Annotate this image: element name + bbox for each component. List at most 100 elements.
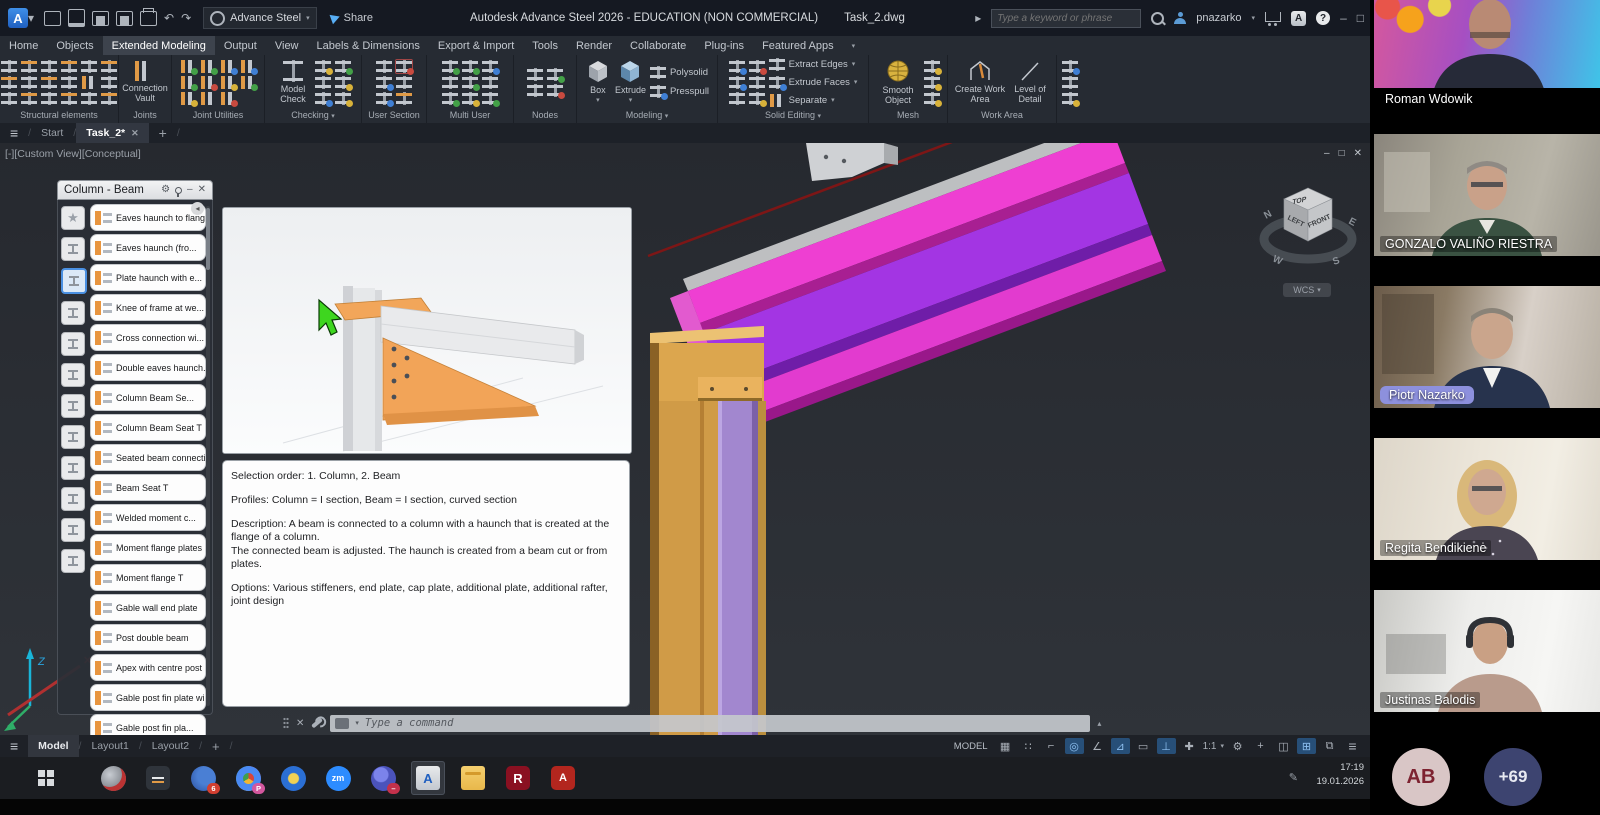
tool-icon[interactable] <box>21 60 37 73</box>
tool-icon[interactable] <box>729 60 745 73</box>
taskbar-app-notes[interactable] <box>141 761 175 795</box>
category-misc[interactable] <box>61 549 85 573</box>
joint-item[interactable]: Plate haunch with e... <box>90 264 206 291</box>
username[interactable]: pnazarko <box>1196 12 1241 24</box>
viewport-canvas[interactable]: [-][Custom View][Conceptual] – □ ✕ <box>0 143 1370 735</box>
model-space-indicator[interactable]: MODEL <box>954 741 988 752</box>
tool-icon[interactable] <box>41 76 57 89</box>
tool-icon[interactable] <box>376 92 392 105</box>
joint-item[interactable]: Column Beam Se... <box>90 384 206 411</box>
tool-icon[interactable] <box>1 92 17 105</box>
tool-icon[interactable] <box>81 60 97 73</box>
doc-menu-icon[interactable]: ≡ <box>0 123 28 143</box>
tab-close-icon[interactable]: ✕ <box>131 128 139 139</box>
maximize-button[interactable]: □ <box>1357 12 1364 24</box>
joint-item[interactable]: Welded moment c... <box>90 504 206 531</box>
viewport-restore-icon[interactable]: □ <box>1339 148 1345 159</box>
joint-item[interactable]: Gable post fin plate wi... <box>90 684 206 711</box>
box-button[interactable]: Box ▾ <box>585 59 611 105</box>
joint-item[interactable]: Gable wall end plate <box>90 594 206 621</box>
category-favorites[interactable]: ★ <box>61 206 85 230</box>
tool-icon[interactable] <box>376 60 392 73</box>
system-clock[interactable]: 17:19 19.01.2026 <box>1316 761 1364 790</box>
tool-icon[interactable] <box>482 60 498 73</box>
tool-icon[interactable] <box>396 60 412 73</box>
joint-item[interactable]: Seated beam connection <box>90 444 206 471</box>
tab-featured-apps[interactable]: Featured Apps <box>753 36 843 55</box>
tool-icon[interactable] <box>462 92 478 105</box>
tab-task2[interactable]: Task_2* ✕ <box>76 123 148 143</box>
new-layout-button[interactable]: + <box>202 735 230 757</box>
category-pylon[interactable] <box>61 487 85 511</box>
participants-overflow-count[interactable]: +69 <box>1484 748 1542 806</box>
tool-icon[interactable] <box>1062 92 1078 105</box>
category-special[interactable] <box>61 518 85 542</box>
layout2-tab[interactable]: Layout2 <box>142 735 199 757</box>
presspull-button[interactable]: Presspull <box>650 85 709 98</box>
palette-collapse-icon[interactable]: ◂ <box>191 202 204 215</box>
search-input[interactable] <box>991 9 1141 28</box>
category-plates[interactable] <box>61 394 85 418</box>
tool-icon[interactable] <box>61 76 77 89</box>
start-button[interactable] <box>38 770 54 786</box>
tool-icon[interactable] <box>101 76 117 89</box>
app-menu-caret-icon[interactable]: ▾ <box>28 12 34 24</box>
category-plate-joints[interactable] <box>61 237 85 261</box>
smooth-object-button[interactable]: Smooth Object <box>876 59 920 106</box>
ortho-toggle-icon[interactable]: ⌐ <box>1042 738 1061 754</box>
joint-item[interactable]: Knee of frame at we... <box>90 294 206 321</box>
tool-icon[interactable] <box>924 60 940 73</box>
tool-icon[interactable] <box>315 76 331 89</box>
viewport-close-icon[interactable]: ✕ <box>1354 148 1362 159</box>
tool-icon[interactable] <box>335 76 351 89</box>
tool-icon[interactable] <box>1062 60 1078 73</box>
tool-icon[interactable] <box>1 76 17 89</box>
tab-labels-dimensions[interactable]: Labels & Dimensions <box>308 36 429 55</box>
command-history-icon[interactable]: ▴ <box>1097 719 1101 728</box>
category-bracing[interactable] <box>61 363 85 387</box>
search-expand-icon[interactable]: ▸ <box>975 12 981 24</box>
create-work-area-button[interactable]: Create Work Area <box>954 60 1006 105</box>
joint-item[interactable]: Beam Seat T <box>90 474 206 501</box>
taskbar-app-utility[interactable] <box>96 761 130 795</box>
tool-icon[interactable] <box>482 76 498 89</box>
tool-icon[interactable] <box>200 76 216 89</box>
tool-icon[interactable] <box>749 92 765 105</box>
taskbar-app-acrobat[interactable]: A <box>546 761 580 795</box>
tool-icon[interactable] <box>101 92 117 105</box>
tool-icon[interactable] <box>396 92 412 105</box>
grid-toggle-icon[interactable]: ▦ <box>996 738 1015 754</box>
separate-button[interactable]: Separate▾ <box>769 94 858 107</box>
tool-icon[interactable] <box>240 60 256 73</box>
tool-icon[interactable] <box>81 92 97 105</box>
tool-icon[interactable] <box>924 92 940 105</box>
tool-icon[interactable] <box>729 76 745 89</box>
help-icon[interactable]: ? <box>1316 11 1330 25</box>
print-icon[interactable] <box>140 11 157 26</box>
taskbar-app-explorer[interactable] <box>456 761 490 795</box>
joint-item[interactable]: Moment flange plates <box>90 534 206 561</box>
tool-icon[interactable] <box>749 60 765 73</box>
taskbar-app-chrome[interactable]: P <box>231 761 265 795</box>
redo-icon[interactable]: ↷ <box>181 12 191 24</box>
tool-icon[interactable] <box>547 68 563 81</box>
viewport-view-label[interactable]: [-][Custom View][Conceptual] <box>5 148 141 160</box>
settings-gear-icon[interactable]: ⚙ <box>1228 738 1247 754</box>
autodesk-icon[interactable]: A <box>1291 11 1306 26</box>
joint-item[interactable]: Post double beam <box>90 624 206 651</box>
tab-render[interactable]: Render <box>567 36 621 55</box>
tab-plugins[interactable]: Plug-ins <box>695 36 753 55</box>
joint-item[interactable]: Cross connection wi... <box>90 324 206 351</box>
taskbar-app-advance-steel[interactable]: A <box>411 761 445 795</box>
taskbar-app-firefox[interactable]: 6 <box>186 761 220 795</box>
extrude-faces-button[interactable]: Extrude Faces▾ <box>769 76 858 89</box>
new-tab-button[interactable]: + <box>149 123 177 143</box>
joint-item[interactable]: Apex with centre post <box>90 654 206 681</box>
search-icon[interactable] <box>1151 12 1164 25</box>
tool-icon[interactable] <box>180 76 196 89</box>
tool-icon[interactable] <box>1062 76 1078 89</box>
minimize-button[interactable]: – <box>1340 12 1347 24</box>
joint-item[interactable]: Eaves haunch (fro... <box>90 234 206 261</box>
command-input-bar[interactable]: ▾ Type a command <box>330 715 1090 732</box>
tool-icon[interactable] <box>315 92 331 105</box>
